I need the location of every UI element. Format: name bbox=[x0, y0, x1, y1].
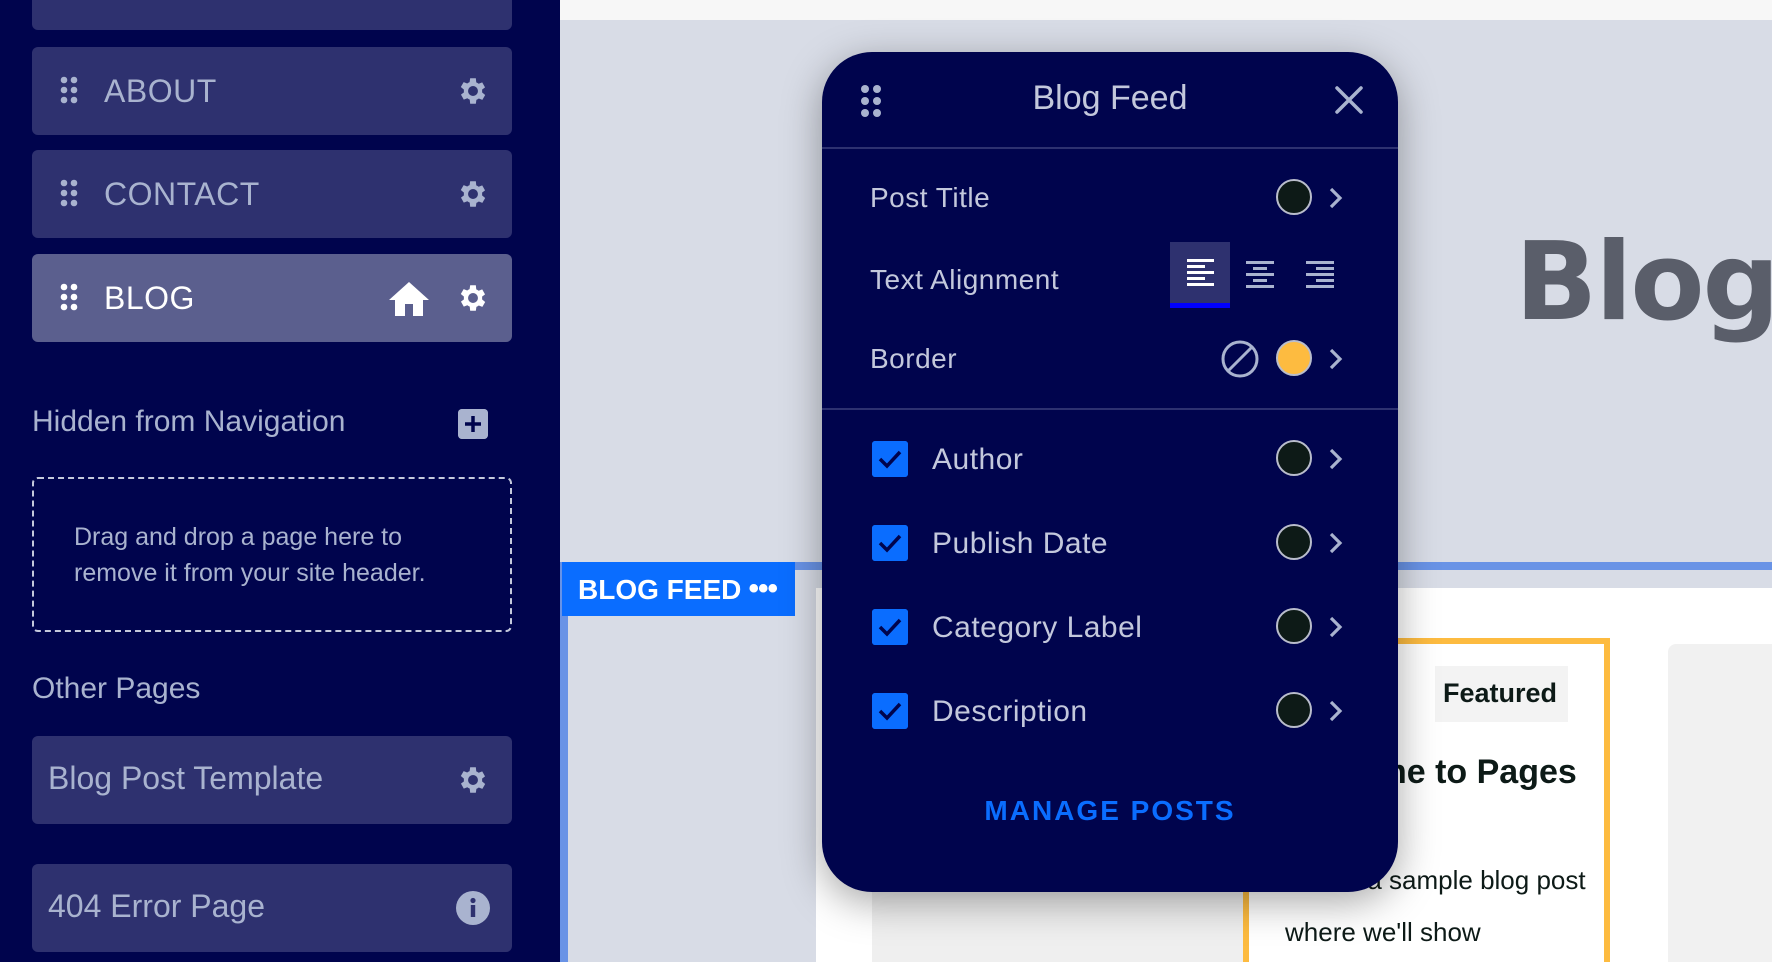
close-icon[interactable] bbox=[1334, 85, 1364, 115]
field-description[interactable]: Description bbox=[822, 681, 1398, 741]
align-left-icon bbox=[1187, 259, 1214, 286]
color-swatch[interactable] bbox=[1276, 440, 1312, 476]
post-tag-featured: Featured bbox=[1435, 666, 1568, 722]
nav-item-label: BLOG bbox=[104, 279, 195, 316]
home-icon[interactable] bbox=[389, 282, 429, 316]
color-swatch[interactable] bbox=[1276, 608, 1312, 644]
gear-icon[interactable] bbox=[456, 74, 490, 108]
field-label: Category Label bbox=[932, 611, 1143, 644]
align-left-button[interactable] bbox=[1170, 242, 1230, 308]
setting-label: Border bbox=[870, 343, 958, 374]
section-tag-label: BLOG FEED bbox=[578, 574, 742, 605]
field-label: Author bbox=[932, 443, 1024, 476]
page-sidebar: ABOUT CONTACT BLOG Hidden from Navigatio… bbox=[0, 0, 560, 962]
category-label-checkbox[interactable] bbox=[872, 609, 908, 645]
border-color-swatch[interactable] bbox=[1276, 340, 1312, 376]
nav-item-partial[interactable] bbox=[32, 0, 512, 30]
color-swatch[interactable] bbox=[1276, 179, 1312, 215]
page-item-label: 404 Error Page bbox=[48, 888, 266, 924]
setting-post-title[interactable]: Post Title bbox=[822, 168, 1398, 228]
field-publish-date[interactable]: Publish Date bbox=[822, 513, 1398, 573]
chevron-right-icon[interactable] bbox=[1328, 186, 1344, 210]
nav-item-about[interactable]: ABOUT bbox=[32, 47, 512, 135]
panel-divider bbox=[822, 147, 1398, 149]
nav-item-blog[interactable]: BLOG bbox=[32, 254, 512, 342]
color-swatch[interactable] bbox=[1276, 524, 1312, 560]
dropzone-hint: Drag and drop a page here to remove it f… bbox=[74, 523, 426, 587]
blog-feed-settings-panel: Blog Feed Post Title Text Alignment Bord… bbox=[822, 52, 1398, 892]
nav-item-label: ABOUT bbox=[104, 72, 217, 109]
nav-item-contact[interactable]: CONTACT bbox=[32, 150, 512, 238]
selected-section-outline-left bbox=[560, 562, 568, 962]
panel-title: Blog Feed bbox=[1032, 79, 1188, 117]
page-item-label: Blog Post Template bbox=[48, 760, 324, 796]
field-author[interactable]: Author bbox=[822, 429, 1398, 489]
info-icon[interactable] bbox=[456, 891, 490, 925]
align-right-icon bbox=[1306, 261, 1334, 288]
field-label: Publish Date bbox=[932, 527, 1109, 560]
hidden-section-title: Hidden from Navigation bbox=[32, 405, 346, 438]
hidden-pages-dropzone[interactable]: Drag and drop a page here to remove it f… bbox=[32, 477, 512, 632]
page-hero-title[interactable]: Blog bbox=[1515, 220, 1772, 345]
no-border-icon[interactable] bbox=[1220, 339, 1260, 379]
section-tag[interactable]: BLOG FEED ••• bbox=[562, 562, 795, 616]
gear-icon[interactable] bbox=[456, 763, 490, 797]
chevron-right-icon[interactable] bbox=[1328, 615, 1344, 639]
gear-icon[interactable] bbox=[456, 177, 490, 211]
setting-text-alignment: Text Alignment bbox=[822, 242, 1398, 310]
chevron-right-icon[interactable] bbox=[1328, 699, 1344, 723]
setting-label: Text Alignment bbox=[870, 264, 1060, 295]
align-center-icon bbox=[1246, 261, 1274, 288]
field-label: Description bbox=[932, 695, 1088, 728]
page-item-blog-post-template[interactable]: Blog Post Template bbox=[32, 736, 512, 824]
page-item-404[interactable]: 404 Error Page bbox=[32, 864, 512, 952]
align-center-button[interactable] bbox=[1230, 242, 1290, 308]
color-swatch[interactable] bbox=[1276, 692, 1312, 728]
chevron-right-icon[interactable] bbox=[1328, 347, 1344, 371]
setting-border[interactable]: Border bbox=[822, 329, 1398, 389]
publish-date-checkbox[interactable] bbox=[872, 525, 908, 561]
drag-handle-icon[interactable] bbox=[60, 179, 78, 207]
chevron-right-icon[interactable] bbox=[1328, 447, 1344, 471]
other-pages-title: Other Pages bbox=[32, 672, 201, 705]
next-post-card[interactable] bbox=[1668, 644, 1772, 962]
drag-handle-icon[interactable] bbox=[60, 76, 78, 104]
description-checkbox[interactable] bbox=[872, 693, 908, 729]
add-hidden-page-button[interactable] bbox=[458, 409, 488, 439]
field-category-label[interactable]: Category Label bbox=[822, 597, 1398, 657]
nav-item-label: CONTACT bbox=[104, 175, 260, 212]
editor-top-bar bbox=[560, 0, 1772, 20]
manage-posts-button[interactable]: MANAGE POSTS bbox=[822, 795, 1398, 827]
more-options-icon[interactable]: ••• bbox=[748, 572, 777, 606]
author-checkbox[interactable] bbox=[872, 441, 908, 477]
chevron-right-icon[interactable] bbox=[1328, 531, 1344, 555]
align-right-button[interactable] bbox=[1290, 242, 1350, 308]
gear-icon[interactable] bbox=[456, 281, 490, 315]
drag-handle-icon[interactable] bbox=[60, 283, 78, 311]
setting-label: Post Title bbox=[870, 182, 991, 213]
panel-divider bbox=[822, 408, 1398, 410]
